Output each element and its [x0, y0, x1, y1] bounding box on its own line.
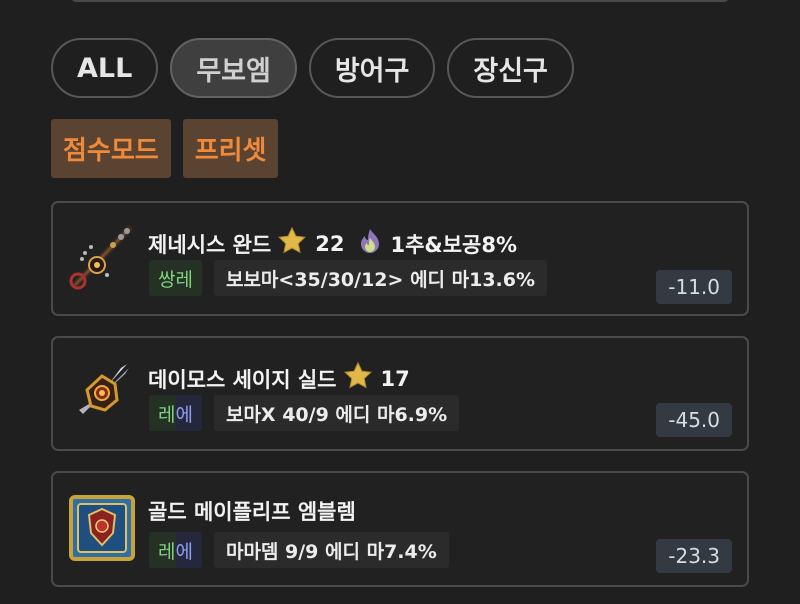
- mode-bar: 점수모드 프리셋: [51, 119, 279, 178]
- star-icon: [277, 226, 307, 261]
- item-name: 제네시스 완드: [148, 232, 272, 257]
- score-badge: -11.0: [656, 270, 732, 304]
- score-mode-button[interactable]: 점수모드: [51, 119, 171, 178]
- deimos-sage-shield-icon: [69, 358, 135, 426]
- potential-rank-badge: 레에: [149, 395, 202, 431]
- filter-all-button[interactable]: ALL: [51, 38, 159, 98]
- previous-panel-edge: [70, 0, 730, 2]
- genesis-wand-icon: [69, 223, 135, 291]
- gold-maple-leaf-emblem-icon: [69, 495, 135, 563]
- flame-option-text: 1추&보공8%: [390, 232, 518, 257]
- item-card-genesis-wand[interactable]: 제네시스 완드 22 1추&보공8% 쌍레 보보마<35/30/12> 에디 마…: [51, 201, 749, 316]
- category-filter-bar: ALL 무보엠 방어구 장신구: [51, 38, 574, 98]
- item-card-deimos-sage-shield[interactable]: 데이모스 세이지 실드 17 레에 보마X 40/9 에디 마6.9% -45.…: [51, 336, 749, 451]
- potential-option-text: 마마뎀 9/9 에디 마7.4%: [213, 532, 449, 568]
- star-force-count: 17: [380, 366, 410, 391]
- preset-button[interactable]: 프리셋: [182, 119, 279, 178]
- filter-armor-button[interactable]: 방어구: [308, 38, 436, 98]
- potential-option-text: 보보마<35/30/12> 에디 마13.6%: [213, 260, 548, 296]
- filter-accessory-button[interactable]: 장신구: [447, 38, 574, 98]
- item-name: 데이모스 세이지 실드: [148, 367, 337, 392]
- item-name: 골드 메이플리프 엠블렘: [148, 500, 356, 524]
- potential-rank-badge: 레에: [149, 532, 202, 568]
- star-force-count: 22: [315, 231, 345, 256]
- score-badge: -23.3: [656, 539, 732, 573]
- potential-option-text: 보마X 40/9 에디 마6.9%: [213, 395, 460, 431]
- filter-weapon-secondary-emblem-button[interactable]: 무보엠: [170, 38, 297, 98]
- item-card-gold-maple-leaf-emblem[interactable]: 골드 메이플리프 엠블렘 레에 마마뎀 9/9 에디 마7.4% -23.3: [51, 471, 749, 587]
- flame-icon: [356, 227, 384, 260]
- score-badge: -45.0: [656, 403, 732, 437]
- potential-rank-badge: 쌍레: [149, 260, 202, 296]
- star-icon: [343, 361, 373, 396]
